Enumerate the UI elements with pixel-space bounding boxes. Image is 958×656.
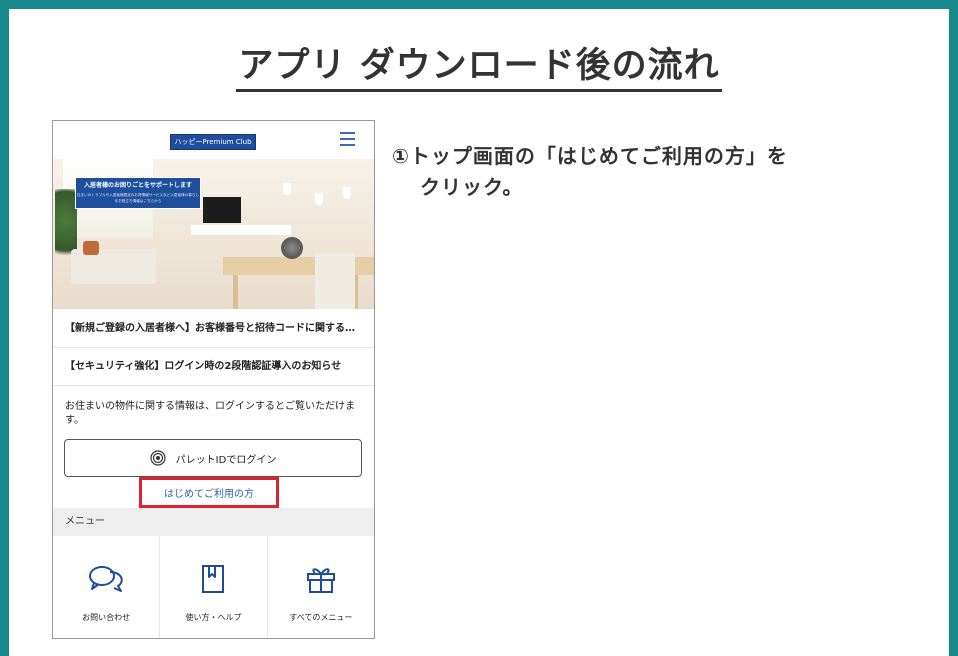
highlight-box: はじめてご利用の方 (139, 477, 279, 508)
hero-banner-headline: 入居者様のお困りごとをサポートします (83, 182, 192, 189)
app-header: ハッピーPremium Club (53, 121, 374, 159)
phone-screenshot: ハッピーPremium Club 入居者様のお困りごとをサポートします 住まいの… (52, 120, 375, 639)
instruction-text: ①トップ画面の「はじめてご利用の方」を クリック。 (392, 141, 912, 203)
menu-item-label: すべてのメニュー (289, 613, 353, 622)
palette-id-login-button[interactable]: パレットIDでログイン (64, 439, 362, 477)
menu-item-help[interactable]: 使い方・ヘルプ (160, 536, 268, 638)
chat-bubbles-icon (89, 566, 123, 592)
first-time-user-link[interactable]: はじめてご利用の方 (164, 485, 254, 500)
instruction-line-1: ①トップ画面の「はじめてご利用の方」を (392, 144, 788, 168)
menu-item-all[interactable]: すべてのメニュー (268, 536, 374, 638)
notice-item[interactable]: 【新規ご登録の入居者様へ】お客様番号と招待コードに関する… (53, 310, 374, 348)
notice-item[interactable]: 【セキュリティ強化】ログイン時の2段階認証導入のお知らせ (53, 348, 374, 386)
menu-grid: お問い合わせ 使い方・ヘルプ すべてのメニュー (53, 536, 374, 638)
hero-banner-subline: 住まいのトラブルや入居者様限定のお得情報サービスなど入居者様の暮らしをお役立ち情… (76, 193, 200, 203)
hamburger-menu-icon[interactable] (340, 132, 355, 147)
hero-image: 入居者様のお困りごとをサポートします 住まいのトラブルや入居者様限定のお得情報サ… (53, 159, 374, 309)
menu-item-contact[interactable]: お問い合わせ (53, 536, 161, 638)
menu-item-label: お問い合わせ (82, 613, 131, 622)
palette-id-icon (150, 450, 166, 466)
menu-section-title: メニュー (53, 508, 374, 536)
login-button-label: パレットIDでログイン (175, 454, 277, 466)
login-info-text: お住まいの物件に関する情報は、ログインするとご覧いただけます。 (65, 401, 355, 426)
page-title: アプリ ダウンロード後の流れ (0, 37, 958, 92)
app-logo: ハッピーPremium Club (170, 134, 256, 150)
gift-icon (306, 568, 335, 593)
hero-banner[interactable]: 入居者様のお困りごとをサポートします 住まいのトラブルや入居者様限定のお得情報サ… (75, 177, 201, 209)
book-icon (202, 565, 225, 593)
menu-item-label: 使い方・ヘルプ (185, 613, 242, 622)
instruction-line-2: クリック。 (420, 175, 524, 199)
